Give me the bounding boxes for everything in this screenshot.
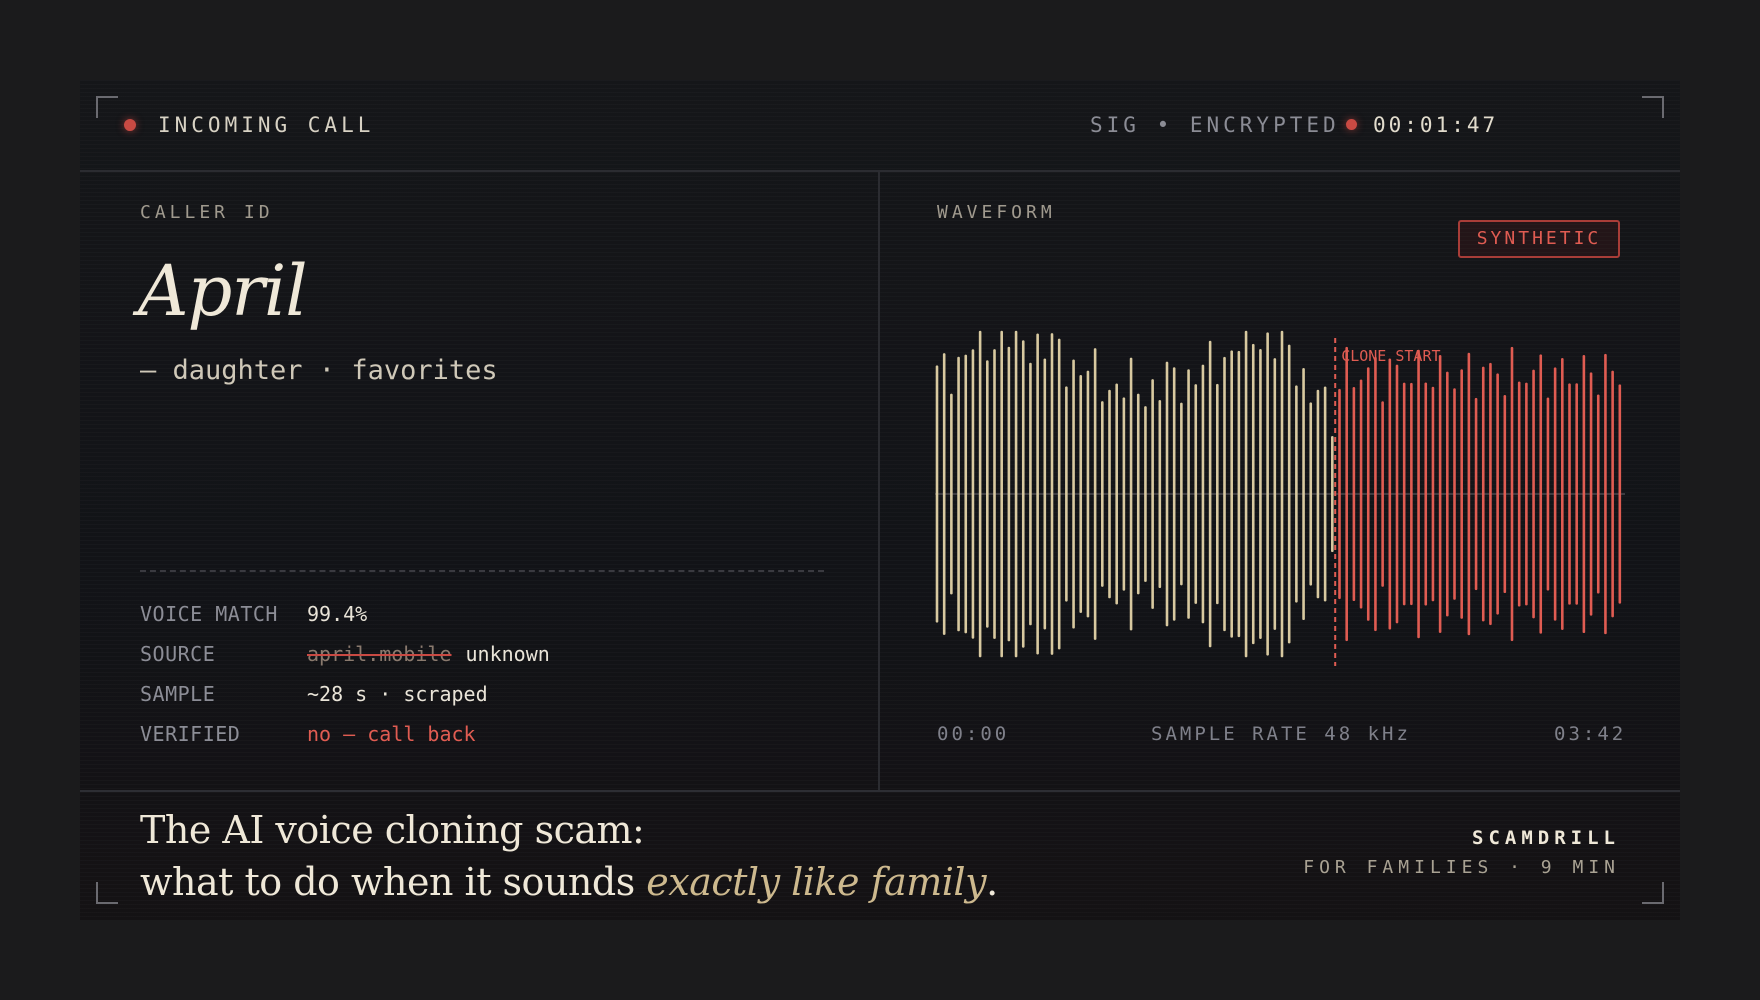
call-timer: 00:01:47 <box>1373 113 1499 137</box>
brand-tagline: FOR FAMILIES · 9 MIN <box>1303 857 1620 878</box>
detail-struck-value: april.mobile <box>307 642 452 666</box>
panel-divider-horizontal <box>80 790 1680 792</box>
clone-start-label: CLONE START <box>1341 347 1440 365</box>
headline-suffix: . <box>986 860 998 904</box>
detail-value: 99.4% <box>307 602 368 626</box>
article-headline: The AI voice cloning scam: what to do wh… <box>140 804 998 908</box>
call-panel: INCOMING CALL SIG • ENCRYPTED 00:01:47 C… <box>80 80 1680 920</box>
call-status: INCOMING CALL <box>158 113 375 137</box>
headline-line-1: The AI voice cloning scam: <box>140 808 645 852</box>
frame-corner-bottom-left <box>96 882 118 904</box>
signal-status: SIG • ENCRYPTED <box>1090 113 1340 137</box>
detail-value-alert: no — call back <box>307 722 476 746</box>
caller-relation: — daughter · favorites <box>140 355 498 386</box>
waveform-graphic: CLONE START <box>935 330 1625 666</box>
frame-corner-bottom-right <box>1642 882 1664 904</box>
detail-key: VERIFIED <box>140 722 241 746</box>
headline-line-2: what to do when it sounds exactly like f… <box>140 856 998 908</box>
call-header: INCOMING CALL SIG • ENCRYPTED 00:01:47 <box>80 80 1680 172</box>
waveform-end-time: 03:42 <box>1554 723 1627 745</box>
panel-divider-vertical <box>878 170 880 792</box>
detail-key: SOURCE <box>140 642 216 666</box>
recording-indicator-icon <box>1346 119 1357 130</box>
caller-name: April <box>138 250 308 332</box>
waveform-label: WAVEFORM <box>937 202 1056 223</box>
caller-id-label: CALLER ID <box>140 202 274 223</box>
live-indicator-icon <box>124 119 136 131</box>
details-separator <box>140 570 824 572</box>
detail-key: SAMPLE <box>140 682 216 706</box>
detail-key: VOICE MATCH <box>140 602 278 626</box>
headline-text: what to do when it sounds <box>140 860 647 904</box>
detail-value-group: april.mobile unknown <box>307 640 550 668</box>
waveform-start-time: 00:00 <box>937 723 1010 745</box>
waveform-sample-rate: SAMPLE RATE 48 kHz <box>1151 723 1411 745</box>
detail-value: ~28 s · scraped <box>307 682 488 706</box>
synthetic-badge: SYNTHETIC <box>1458 220 1620 258</box>
brand-name: SCAMDRILL <box>1472 827 1620 849</box>
detail-value: unknown <box>465 642 550 666</box>
headline-emphasis: exactly like family <box>646 860 987 904</box>
